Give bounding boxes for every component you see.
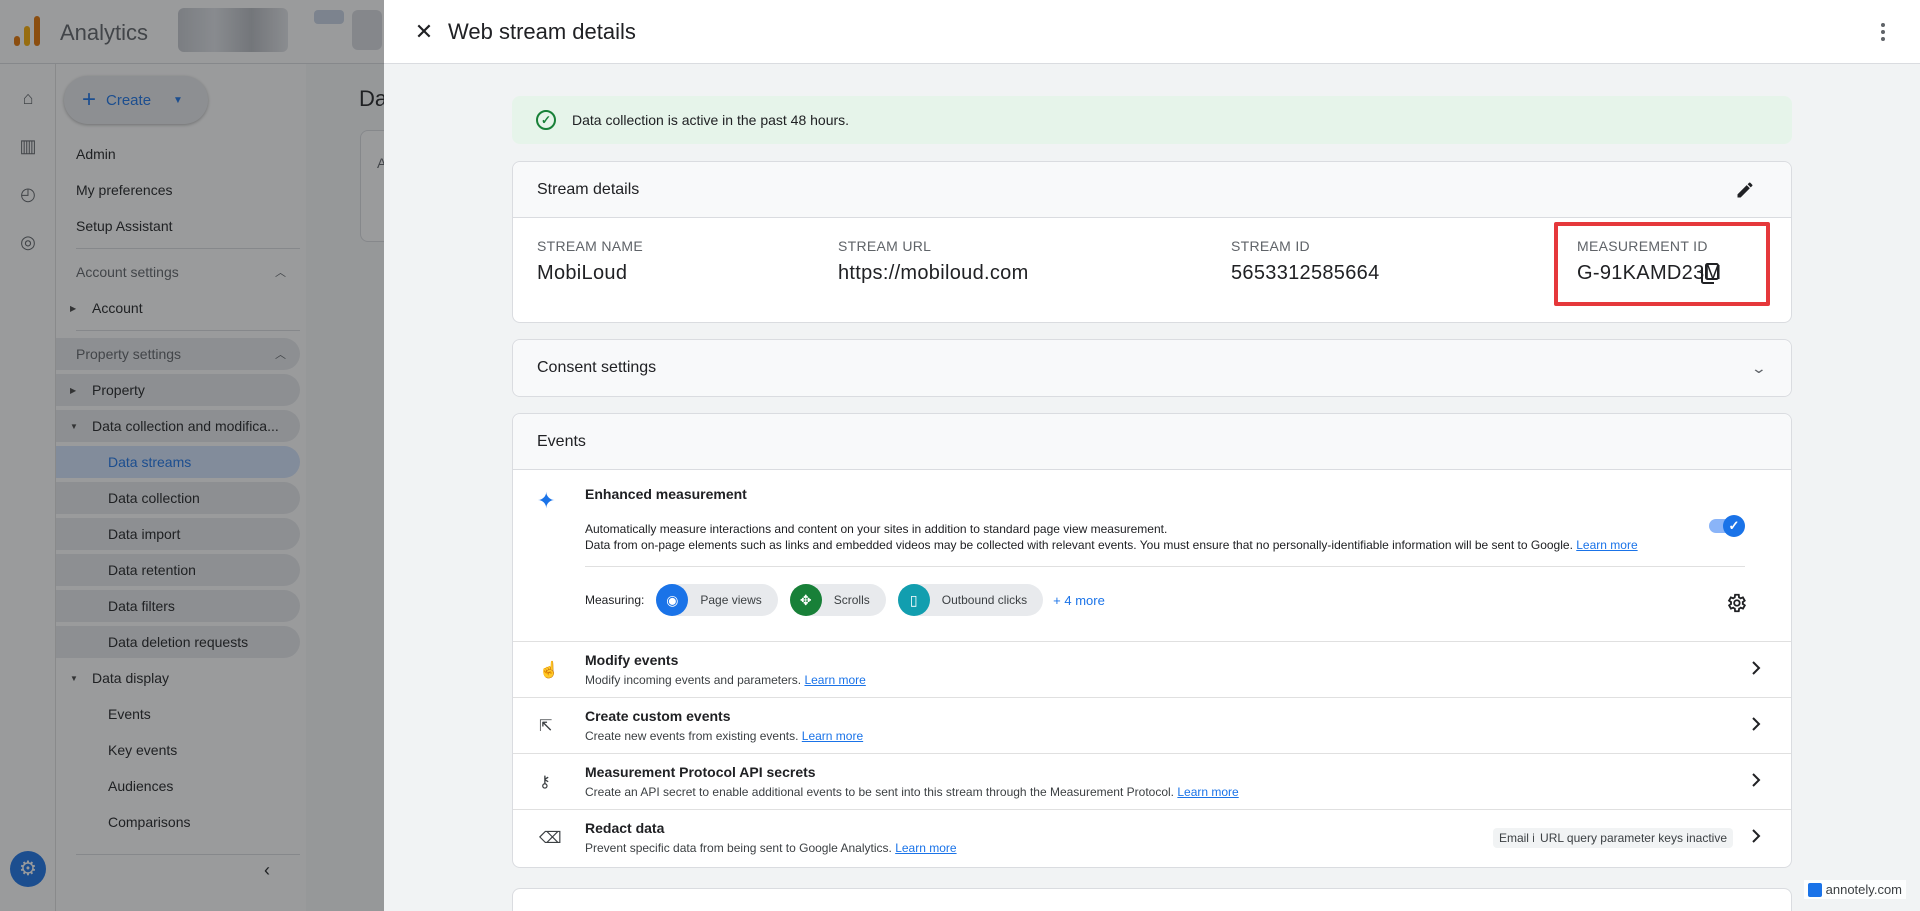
status-badge-url-query: URL query parameter keys inactive [1534,828,1733,848]
enhanced-measurement-description: Automatically measure interactions and c… [585,522,1168,536]
next-section-card [512,888,1792,911]
measurement-protocol-row[interactable]: ⚷ Measurement Protocol API secrets Creat… [513,754,1791,810]
chip-label: Page views [700,593,762,607]
row-description: Prevent specific data from being sent to… [585,841,957,855]
field-label: STREAM ID [1231,238,1310,254]
learn-more-link[interactable]: Learn more [802,729,863,743]
stream-name-field: STREAM NAME MobiLoud [537,238,643,285]
stream-url-field: STREAM URL https://mobiloud.com [838,238,1029,285]
chip-label: Scrolls [833,593,870,607]
stream-details-header: Stream details [513,162,1791,218]
description-text: Create an API secret to enable additiona… [585,785,1175,799]
row-description: Create new events from existing events. … [585,729,863,743]
stream-details-card: Stream details STREAM NAME MobiLoud STRE… [512,161,1792,323]
watermark-text: annotely.com [1825,882,1902,897]
divider [585,566,1745,567]
field-value: MobiLoud [537,262,628,284]
modify-events-row[interactable]: ☝ Modify events Modify incoming events a… [513,642,1791,698]
description-text: Create new events from existing events. [585,729,799,743]
close-icon[interactable]: ✕ [412,20,436,44]
consent-settings-card[interactable]: Consent settings ⌄ [512,339,1792,397]
enhanced-measurement-row: ✦ Enhanced measurement Automatically mea… [513,470,1791,642]
card-heading: Stream details [537,180,640,198]
scroll-icon: ✥ [789,584,822,616]
redact-data-row[interactable]: ⌫ Redact data Prevent specific data from… [513,810,1791,866]
chip-label: Outbound clicks [941,593,1028,607]
chevron-right-icon[interactable] [1751,772,1761,788]
row-title: Redact data [585,820,665,836]
chevron-down-icon[interactable]: ⌄ [1751,360,1767,377]
chevron-right-icon[interactable] [1751,660,1761,676]
events-header: Events [513,414,1791,470]
field-value: https://mobiloud.com [838,262,1029,284]
chip-scrolls: ✥ Scrolls [789,584,886,616]
web-stream-details-panel: ✕ Web stream details ✓ Data collection i… [384,0,1920,911]
description-text: Modify incoming events and parameters. [585,673,802,687]
consent-settings-header[interactable]: Consent settings ⌄ [513,340,1791,396]
eye-icon: ◉ [656,584,689,616]
status-banner-text: Data collection is active in the past 48… [572,112,850,128]
sparkle-icon: ✦ [537,488,556,513]
enhanced-measurement-toggle[interactable]: ✓ [1709,515,1745,537]
panel-title: Web stream details [448,19,636,44]
cursor-click-icon: ⇱ [539,718,553,735]
card-heading: Events [537,432,586,450]
row-description: Create an API secret to enable additiona… [585,785,1239,799]
enhanced-measurement-note: Data from on-page elements such as links… [585,538,1638,552]
field-value: 5653312585664 [1231,262,1380,284]
row-title: Modify events [585,652,679,668]
check-circle-icon: ✓ [536,110,556,130]
more-measurements-link[interactable]: + 4 more [1053,593,1105,608]
events-card: Events ✦ Enhanced measurement Automatica… [512,413,1792,868]
measuring-label: Measuring: [585,593,645,607]
field-label: STREAM NAME [537,238,643,254]
gear-icon[interactable] [1725,592,1747,614]
measuring-row: Measuring: ◉ Page views ✥ Scrolls ▯ Outb… [585,584,1105,616]
touch-hand-icon: ☝ [539,662,559,679]
learn-more-link[interactable]: Learn more [895,841,956,855]
check-icon: ✓ [1723,515,1745,537]
annotely-logo-icon [1807,882,1822,897]
row-title: Measurement Protocol API secrets [585,764,816,780]
stream-id-field: STREAM ID 5653312585664 [1231,238,1380,285]
note-text: Data from on-page elements such as links… [585,538,1573,552]
create-custom-events-row[interactable]: ⇱ Create custom events Create new events… [513,698,1791,754]
annotely-watermark: annotely.com [1803,880,1906,899]
chevron-right-icon[interactable] [1751,828,1761,844]
chip-outbound-clicks: ▯ Outbound clicks [897,584,1044,616]
key-icon: ⚷ [539,774,551,791]
edit-pencil-icon[interactable] [1735,180,1755,200]
chip-page-views: ◉ Page views [656,584,778,616]
eraser-icon: ⌫ [539,830,562,847]
learn-more-link[interactable]: Learn more [1177,785,1238,799]
chevron-right-icon[interactable] [1751,716,1761,732]
card-heading: Consent settings [537,359,657,376]
row-description: Modify incoming events and parameters. L… [585,673,866,687]
mouse-icon: ▯ [897,584,930,616]
learn-more-link[interactable]: Learn more [804,673,865,687]
enhanced-measurement-title: Enhanced measurement [585,486,747,502]
more-vert-icon[interactable] [1878,18,1888,46]
stream-fields: STREAM NAME MobiLoud STREAM URL https://… [513,218,1791,322]
learn-more-link[interactable]: Learn more [1576,538,1637,552]
panel-header: ✕ Web stream details [384,0,1920,64]
description-text: Prevent specific data from being sent to… [585,841,892,855]
annotation-highlight-box [1554,222,1770,306]
row-title: Create custom events [585,708,731,724]
status-banner: ✓ Data collection is active in the past … [512,96,1792,144]
field-label: STREAM URL [838,238,932,254]
